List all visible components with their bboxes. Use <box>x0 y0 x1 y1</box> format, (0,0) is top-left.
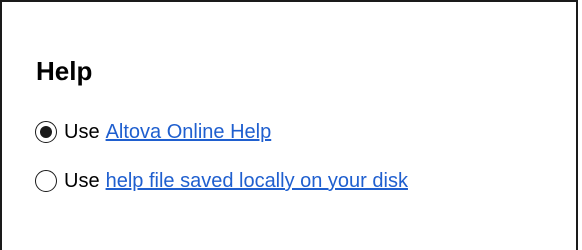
altova-online-help-link[interactable]: Altova Online Help <box>106 120 272 144</box>
option-online-help[interactable]: Use Altova Online Help <box>35 120 271 144</box>
local-help-file-link[interactable]: help file saved locally on your disk <box>106 169 408 193</box>
help-settings-panel: Help Use Altova Online Help Use help fil… <box>0 0 578 250</box>
option-online-help-prefix: Use <box>64 121 100 143</box>
radio-selected-dot <box>40 126 52 138</box>
radio-online-help[interactable] <box>35 121 57 143</box>
radio-local-help[interactable] <box>35 170 57 192</box>
option-local-help[interactable]: Use help file saved locally on your disk <box>35 169 408 193</box>
option-local-help-prefix: Use <box>64 170 100 192</box>
section-title: Help <box>36 56 93 86</box>
